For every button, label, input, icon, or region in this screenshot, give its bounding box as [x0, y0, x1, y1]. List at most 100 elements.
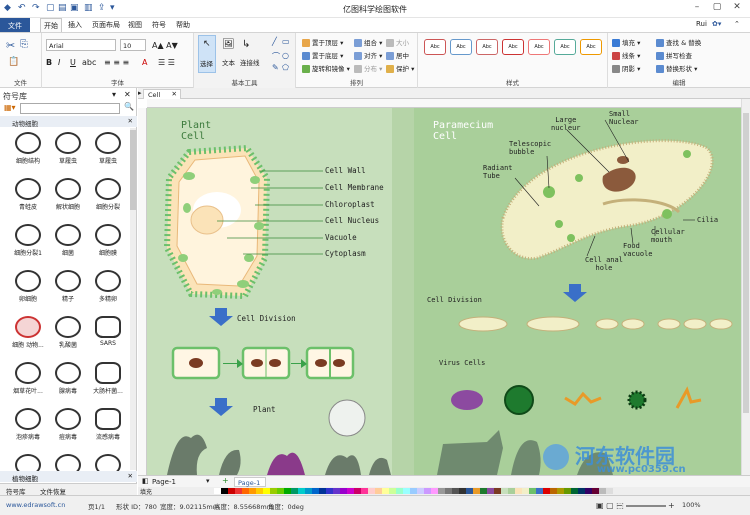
fill-button[interactable]: 填充 ▾: [612, 37, 640, 47]
palette-swatch[interactable]: [536, 488, 543, 494]
symbol-item[interactable]: 泡疹病毒: [8, 408, 48, 442]
label-radiant-tube[interactable]: Radiant Tube: [483, 164, 513, 180]
symbol-item[interactable]: 细菌: [48, 224, 88, 258]
label-cell-division-2[interactable]: Cell Division: [427, 296, 482, 304]
page-tab[interactable]: Page-1: [234, 477, 266, 487]
palette-swatch[interactable]: [375, 488, 382, 494]
paste-icon[interactable]: 📋: [8, 57, 19, 67]
polygon-tool-icon[interactable]: ⬠: [282, 63, 289, 72]
label-large-nucleus[interactable]: Large nucleur: [551, 116, 581, 132]
connector-label[interactable]: 连接线: [240, 57, 260, 67]
palette-swatch[interactable]: [445, 488, 452, 494]
label-vacuole[interactable]: Vacuole: [325, 233, 357, 242]
distribute-button[interactable]: 分布 ▾: [354, 63, 382, 73]
close-icon[interactable]: ✕: [730, 2, 744, 15]
palette-swatch[interactable]: [333, 488, 340, 494]
palette-swatch[interactable]: [340, 488, 347, 494]
palette-swatch[interactable]: [354, 488, 361, 494]
collapse-ribbon-icon[interactable]: ⌃: [734, 20, 740, 28]
palette-swatch[interactable]: [319, 488, 326, 494]
palette-swatch[interactable]: [599, 488, 606, 494]
symbol-item[interactable]: 流感病毒: [88, 408, 128, 442]
symbol-item[interactable]: 青蛙皮: [8, 178, 48, 212]
library-category-animal[interactable]: 动物细胞 ✕: [0, 116, 137, 128]
palette-swatch[interactable]: [606, 488, 613, 494]
menu-file[interactable]: 文件: [0, 18, 30, 32]
palette-swatch[interactable]: [459, 488, 466, 494]
drawing-canvas[interactable]: Plant Cell Cell Wall Cell Membrane Chlor…: [147, 108, 741, 475]
palette-swatch[interactable]: [228, 488, 235, 494]
palette-swatch[interactable]: [571, 488, 578, 494]
palette-swatch[interactable]: [501, 488, 508, 494]
align-icon[interactable]: ≡ ≡ ≡: [104, 58, 129, 67]
symbol-item[interactable]: 细胞膜: [88, 224, 128, 258]
label-food-vacuole[interactable]: Food vacuole: [623, 242, 653, 258]
canvas-scrollbar[interactable]: [741, 99, 750, 475]
size-button[interactable]: 大小: [386, 37, 409, 47]
replace-shape-button[interactable]: 替换形状 ▾: [656, 63, 697, 73]
palette-swatch[interactable]: [487, 488, 494, 494]
library-menu-icon[interactable]: ▦▾: [4, 103, 16, 112]
document-tab-cell[interactable]: Cell ✕: [143, 89, 181, 99]
palette-swatch[interactable]: [585, 488, 592, 494]
label-anal-hole[interactable]: Cell anal hole: [585, 256, 623, 272]
align-button[interactable]: 对齐 ▾: [354, 50, 382, 60]
palette-swatch[interactable]: [480, 488, 487, 494]
label-cell-membrane[interactable]: Cell Membrane: [325, 183, 384, 192]
style-swatch-3[interactable]: Abc: [476, 39, 498, 55]
doc-tab-close-icon[interactable]: ✕: [172, 90, 177, 98]
connector-icon[interactable]: ↳: [242, 39, 250, 50]
italic-icon[interactable]: I: [58, 58, 60, 67]
palette-swatch[interactable]: [592, 488, 599, 494]
palette-swatch[interactable]: [403, 488, 410, 494]
bring-front-button[interactable]: 置于顶层 ▾: [302, 37, 343, 47]
palette-swatch[interactable]: [508, 488, 515, 494]
palette-swatch[interactable]: [543, 488, 550, 494]
style-swatch-1[interactable]: Abc: [424, 39, 446, 55]
library-search-input[interactable]: [20, 103, 120, 114]
zoom-slider[interactable]: [626, 505, 666, 507]
text-tool-label[interactable]: 文本: [222, 57, 235, 67]
text-tool-icon[interactable]: 🖼: [222, 39, 235, 50]
zoom-level[interactable]: 100%: [682, 501, 701, 509]
style-swatch-2[interactable]: Abc: [450, 39, 472, 55]
palette-swatch[interactable]: [382, 488, 389, 494]
palette-swatch[interactable]: [214, 488, 221, 494]
symbol-item[interactable]: 腺病毒: [48, 362, 88, 396]
rect-tool-icon[interactable]: ▭: [282, 37, 290, 46]
label-cilia[interactable]: Cilia: [697, 216, 718, 224]
label-telescopic-bubble[interactable]: Telescopic bubble: [509, 140, 551, 156]
symbol-item[interactable]: 烟草花叶...: [8, 362, 48, 396]
group-button[interactable]: 组合 ▾: [354, 37, 382, 47]
paramecium-title[interactable]: Paramecium Cell: [433, 120, 493, 142]
tab-view[interactable]: 视图: [128, 20, 142, 30]
palette-swatch[interactable]: [249, 488, 256, 494]
palette-swatch[interactable]: [291, 488, 298, 494]
library-category-plant[interactable]: 植物细胞 ✕: [0, 471, 137, 483]
tab-page-layout[interactable]: 页面布局: [92, 20, 120, 30]
tab-help[interactable]: 帮助: [176, 20, 190, 30]
palette-swatch[interactable]: [578, 488, 585, 494]
pen-tool-icon[interactable]: ✎: [272, 63, 279, 72]
line-tool-icon[interactable]: ╱: [272, 37, 277, 46]
palette-swatch[interactable]: [431, 488, 438, 494]
curve-tool-icon[interactable]: ⌒: [272, 51, 280, 62]
select-tool[interactable]: ↖ 选择: [198, 35, 216, 73]
settings-icon[interactable]: ✿▾: [712, 20, 721, 28]
symbol-item[interactable]: 乳酸菌: [48, 316, 88, 350]
palette-swatch[interactable]: [417, 488, 424, 494]
label-cellular-mouth[interactable]: Cellular mouth: [651, 228, 685, 244]
palette-swatch[interactable]: [389, 488, 396, 494]
palette-swatch[interactable]: [361, 488, 368, 494]
palette-swatch[interactable]: [438, 488, 445, 494]
symbol-item[interactable]: 草履虫: [88, 132, 128, 166]
style-swatch-4[interactable]: Abc: [502, 39, 524, 55]
bold-icon[interactable]: B: [46, 58, 52, 67]
color-palette[interactable]: 填充: [138, 487, 750, 496]
symbol-item[interactable]: 痘病毒: [48, 408, 88, 442]
underline-icon[interactable]: U: [70, 58, 76, 67]
search-icon[interactable]: 🔍: [124, 102, 134, 111]
tab-home[interactable]: 开始: [40, 18, 62, 32]
spell-check-button[interactable]: 拼写检查: [656, 50, 692, 60]
palette-swatch[interactable]: [347, 488, 354, 494]
